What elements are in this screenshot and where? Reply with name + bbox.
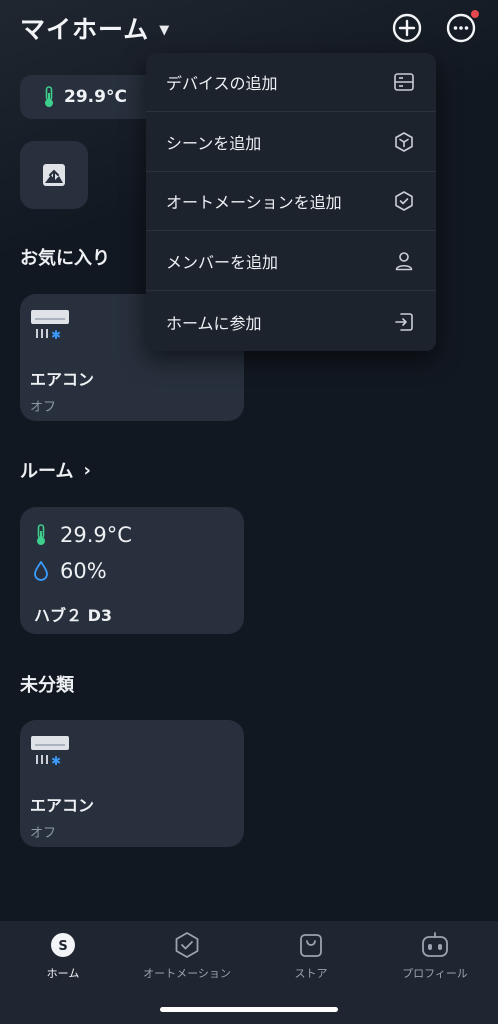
room-name: ハブ２ D3 — [34, 606, 112, 625]
automation-check-icon — [392, 189, 416, 213]
menu-item-join-home[interactable]: ホームに参加 — [146, 292, 436, 351]
uncategorized-device-card[interactable]: ✱ エアコン オフ — [20, 720, 244, 847]
nav-home[interactable]: S ホーム — [1, 931, 125, 991]
uncategorized-title-text: 未分類 — [20, 675, 74, 696]
nav-profile[interactable]: プロフィール — [373, 931, 497, 991]
robot-profile-icon — [422, 932, 448, 957]
room-temperature-row: 29.9°C — [34, 523, 132, 547]
favorites-title: お気に入り — [20, 244, 110, 270]
page-title: マイホーム — [20, 15, 150, 44]
nav-label: ストア — [294, 967, 328, 980]
home-logo-icon: S — [51, 933, 75, 957]
menu-item-add-member[interactable]: メンバーを追加 — [146, 232, 436, 291]
favorites-title-text: お気に入り — [20, 248, 110, 269]
device-name: エアコン — [30, 370, 95, 389]
nav-label: ホーム — [46, 967, 80, 980]
menu-item-add-device[interactable]: デバイスの追加 — [146, 53, 436, 112]
thermometer-icon — [37, 524, 45, 545]
rooms-title-text: ルーム — [20, 461, 74, 482]
room-temperature: 29.9°C — [60, 523, 132, 547]
menu-item-label: メンバーを追加 — [166, 253, 279, 272]
notification-badge — [471, 10, 479, 18]
image-upload-icon — [43, 164, 65, 186]
air-conditioner-icon: ✱ — [31, 310, 69, 342]
scene-icon — [392, 130, 416, 154]
add-menu: デバイスの追加 シーンを追加 オートメーションを追加 メンバーを追加 ホームに参… — [146, 53, 436, 351]
water-drop-icon — [34, 561, 48, 581]
menu-item-add-automation[interactable]: オートメーションを追加 — [146, 172, 436, 231]
shopping-bag-icon — [300, 934, 322, 957]
air-conditioner-icon: ✱ — [31, 736, 69, 768]
home-indicator — [160, 1007, 338, 1012]
device-status: オフ — [30, 400, 57, 415]
room-humidity: 60% — [60, 559, 107, 583]
nav-store[interactable]: ストア — [249, 931, 373, 991]
device-icon — [392, 70, 416, 94]
header: マイホーム ▼ — [0, 0, 498, 60]
caret-down-icon: ▼ — [159, 22, 171, 38]
svg-text:✱: ✱ — [51, 754, 61, 768]
nav-label: プロフィール — [402, 967, 468, 980]
thermometer-icon — [45, 86, 53, 107]
uncategorized-title: 未分類 — [20, 671, 74, 697]
menu-item-add-scene[interactable]: シーンを追加 — [146, 113, 436, 172]
svg-text:✱: ✱ — [51, 328, 61, 342]
nav-automation[interactable]: オートメーション — [125, 931, 249, 991]
menu-item-label: デバイスの追加 — [166, 74, 278, 93]
room-humidity-row: 60% — [34, 559, 107, 583]
scene-tile[interactable] — [20, 141, 88, 209]
menu-item-label: オートメーションを追加 — [166, 193, 342, 212]
device-name: エアコン — [30, 796, 95, 815]
menu-item-label: シーンを追加 — [166, 134, 262, 153]
more-horizontal-icon — [446, 13, 476, 43]
person-icon — [392, 249, 416, 273]
menu-item-label: ホームに参加 — [166, 313, 262, 333]
device-status: オフ — [30, 826, 57, 841]
enter-icon — [392, 310, 416, 334]
chevron-right-icon: › — [83, 459, 91, 481]
add-button[interactable] — [391, 12, 423, 44]
rooms-title[interactable]: ルーム › — [20, 457, 91, 483]
more-button[interactable] — [445, 10, 479, 44]
plus-circle-icon — [392, 13, 422, 43]
temperature-value: 29.9°C — [64, 87, 127, 107]
home-selector[interactable]: マイホーム ▼ — [20, 10, 170, 46]
svg-text:S: S — [58, 939, 67, 954]
automation-check-icon — [175, 932, 199, 958]
nav-label: オートメーション — [143, 967, 231, 980]
room-card[interactable]: 29.9°C 60% ハブ２ D3 — [20, 507, 244, 634]
